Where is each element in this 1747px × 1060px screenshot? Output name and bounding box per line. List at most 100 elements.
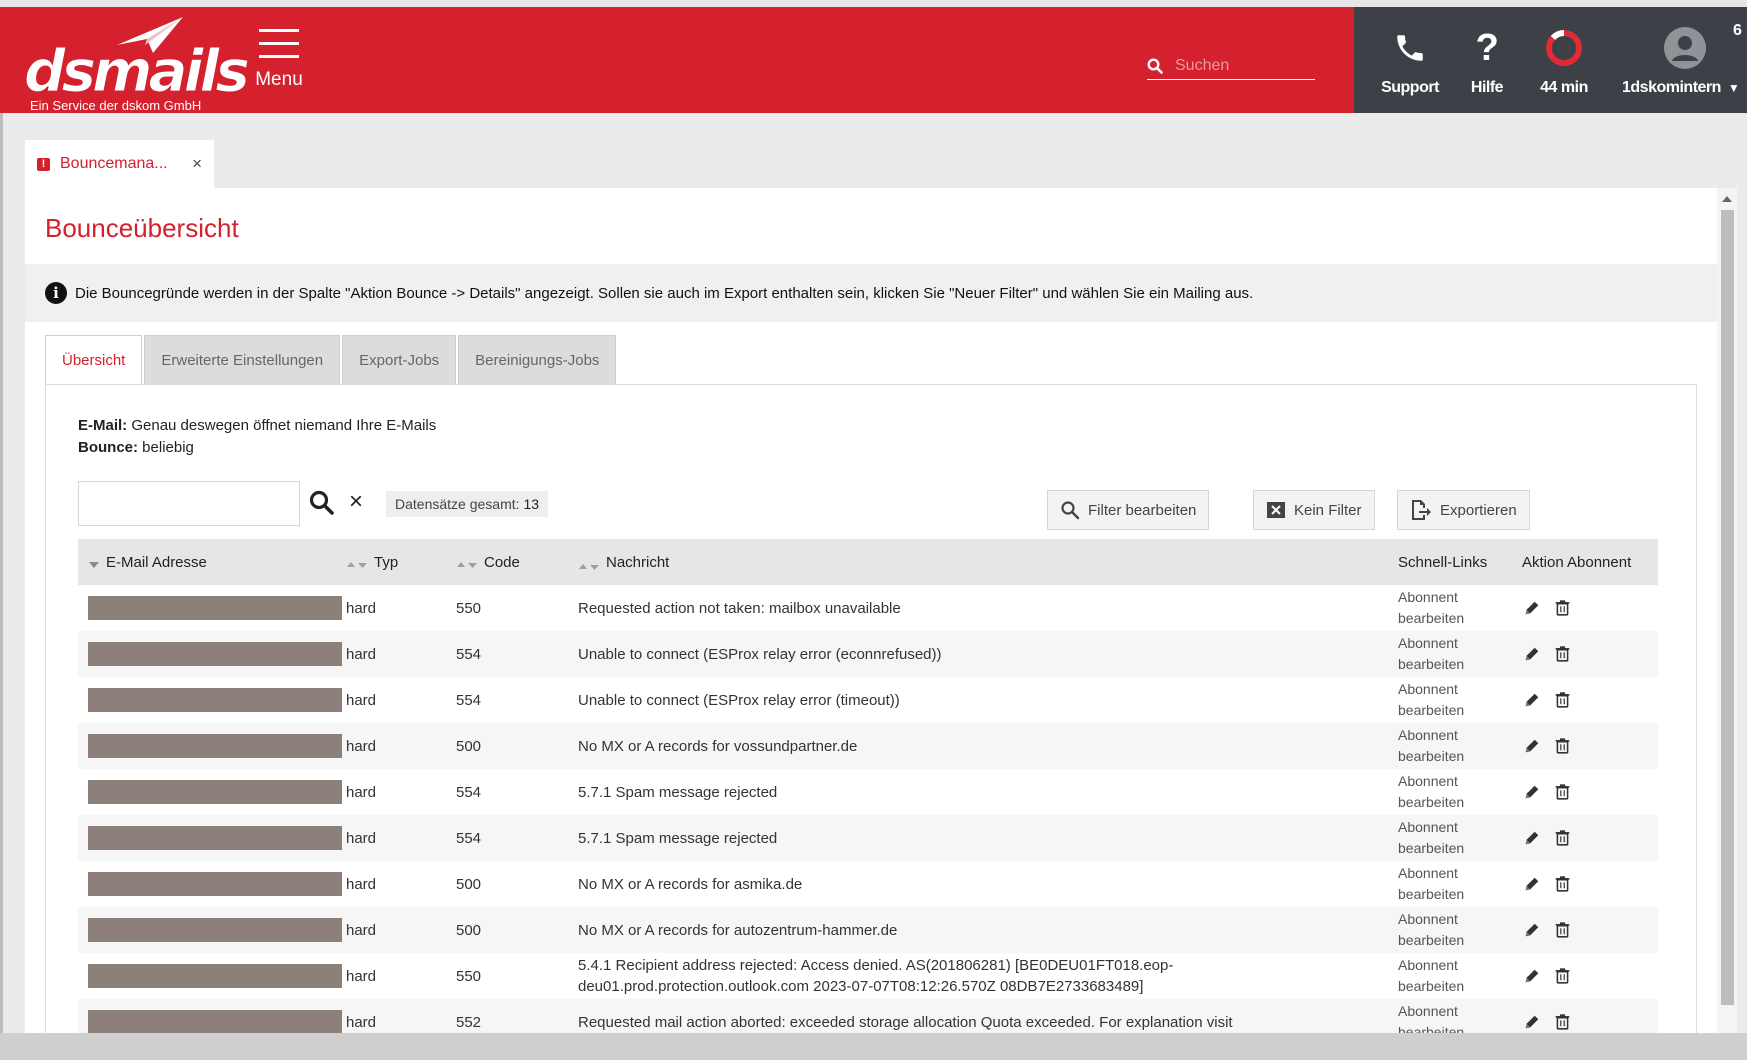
link-line-2: bearbeiten xyxy=(1398,656,1465,672)
link-line-2: bearbeiten xyxy=(1398,794,1465,810)
delete-trash-icon[interactable] xyxy=(1552,644,1572,664)
edit-pencil-icon[interactable] xyxy=(1522,690,1542,710)
open-tab-bouncemanagement[interactable]: ! Bouncemana... × xyxy=(25,140,214,188)
email-cell xyxy=(78,780,346,804)
edit-subscriber-link[interactable]: Abonnent bearbeiten xyxy=(1398,863,1522,905)
dsmails-logo[interactable]: dsmails Ein Service der dskom GmbH xyxy=(20,15,250,113)
table-row: hard 554 Unable to connect (ESProx relay e… xyxy=(78,677,1658,723)
edit-pencil-icon[interactable] xyxy=(1522,1012,1542,1032)
edit-subscriber-link[interactable]: Abonnent bearbeiten xyxy=(1398,909,1522,951)
user-avatar-icon xyxy=(1663,27,1706,69)
close-tab-icon[interactable]: × xyxy=(192,154,202,174)
edit-filter-button[interactable]: Filter bearbeiten xyxy=(1047,490,1210,530)
header-email[interactable]: E-Mail Adresse xyxy=(78,554,346,571)
link-line-2: bearbeiten xyxy=(1398,1024,1465,1033)
edit-pencil-icon[interactable] xyxy=(1522,736,1542,756)
delete-trash-icon[interactable] xyxy=(1552,874,1572,894)
tab-cleanup-jobs[interactable]: Bereinigungs-Jobs xyxy=(458,335,617,385)
delete-trash-icon[interactable] xyxy=(1552,1012,1572,1032)
info-icon: i xyxy=(45,282,67,304)
table-header-row: E-Mail Adresse Typ Code Nachricht Schnel… xyxy=(78,539,1658,585)
edit-subscriber-link[interactable]: Abonnent bearbeiten xyxy=(1398,725,1522,767)
timer-ring-icon xyxy=(1546,30,1582,66)
redacted-email xyxy=(88,826,342,850)
table-row: hard 554 Unable to connect (ESProx relay e… xyxy=(78,631,1658,677)
redacted-email xyxy=(88,918,342,942)
email-cell xyxy=(78,1010,346,1033)
bounce-table: E-Mail Adresse Typ Code Nachricht Schnel… xyxy=(78,539,1658,1033)
link-line-2: bearbeiten xyxy=(1398,932,1465,948)
redacted-email xyxy=(88,642,342,666)
table-row: hard 500 No MX or A records for autozentru… xyxy=(78,907,1658,953)
filter-bounce-label: Bounce: xyxy=(78,439,138,456)
edit-subscriber-link[interactable]: Abonnent bearbeiten xyxy=(1398,817,1522,859)
edit-pencil-icon[interactable] xyxy=(1522,828,1542,848)
scroll-up-arrow-icon[interactable] xyxy=(1722,196,1732,202)
open-tab-label: Bouncemana... xyxy=(60,155,168,172)
edit-subscriber-link[interactable]: Abonnent bearbeiten xyxy=(1398,771,1522,813)
subscriber-actions xyxy=(1522,598,1658,618)
table-row: hard 550 5.4.1 Recipient address rejected:… xyxy=(78,953,1658,999)
edit-pencil-icon[interactable] xyxy=(1522,966,1542,986)
edit-pencil-icon[interactable] xyxy=(1522,644,1542,664)
export-button[interactable]: Exportieren xyxy=(1397,490,1530,530)
redacted-email xyxy=(88,780,342,804)
search-icon xyxy=(1061,501,1080,520)
email-cell xyxy=(78,872,346,896)
edit-pencil-icon[interactable] xyxy=(1522,874,1542,894)
window-top-edge xyxy=(0,0,1747,7)
email-cell xyxy=(78,688,346,712)
support-button[interactable]: Support xyxy=(1374,27,1446,97)
header-action: Aktion Abonnent xyxy=(1522,553,1632,571)
delete-trash-icon[interactable] xyxy=(1552,966,1572,986)
delete-trash-icon[interactable] xyxy=(1552,828,1572,848)
clear-search-icon[interactable]: × xyxy=(349,487,363,517)
phone-icon xyxy=(1397,35,1423,61)
records-label: Datensätze gesamt: xyxy=(395,496,520,512)
delete-trash-icon[interactable] xyxy=(1552,598,1572,618)
edit-subscriber-link[interactable]: Abonnent bearbeiten xyxy=(1398,1001,1522,1033)
edit-pencil-icon[interactable] xyxy=(1522,598,1542,618)
message-cell: 5.7.1 Spam message rejected xyxy=(578,829,778,847)
session-timer[interactable]: 44 min xyxy=(1532,27,1596,97)
caret-down-icon: ▼ xyxy=(1727,81,1740,95)
tab-export-jobs[interactable]: Export-Jobs xyxy=(342,335,457,385)
type-cell: hard xyxy=(346,1013,377,1031)
message-cell: No MX or A records for asmika.de xyxy=(578,875,803,893)
message-cell: 5.4.1 Recipient address rejected: Access… xyxy=(578,957,1174,995)
edit-pencil-icon[interactable] xyxy=(1522,920,1542,940)
global-search[interactable] xyxy=(1147,52,1315,80)
scrollbar-thumb[interactable] xyxy=(1721,210,1734,1005)
table-search-input[interactable] xyxy=(78,481,300,526)
edit-subscriber-link[interactable]: Abonnent bearbeiten xyxy=(1398,587,1522,629)
help-button[interactable]: ? Hilfe xyxy=(1462,27,1512,97)
edit-subscriber-link[interactable]: Abonnent bearbeiten xyxy=(1398,633,1522,675)
header-code[interactable]: Code xyxy=(456,554,578,571)
header-type[interactable]: Typ xyxy=(346,554,456,571)
search-icon[interactable] xyxy=(308,489,336,517)
edit-subscriber-link[interactable]: Abonnent bearbeiten xyxy=(1398,955,1522,997)
menu-button[interactable]: Menu xyxy=(253,29,305,101)
edit-filter-label: Filter bearbeiten xyxy=(1088,501,1197,519)
delete-trash-icon[interactable] xyxy=(1552,782,1572,802)
view-tabs: Übersicht Erweiterte Einstellungen Expor… xyxy=(45,335,618,385)
subscriber-actions xyxy=(1522,874,1658,894)
support-label: Support xyxy=(1381,79,1439,96)
link-line-1: Abonnent xyxy=(1398,957,1458,973)
sort-icon xyxy=(578,557,600,570)
table-row: hard 552 Requested mail action aborted: ex… xyxy=(78,999,1658,1033)
tab-overview[interactable]: Übersicht xyxy=(45,335,143,385)
message-cell: No MX or A records for autozentrum-hamme… xyxy=(578,921,898,939)
user-menu[interactable]: 1dskomintern ▼ xyxy=(1622,27,1747,97)
no-filter-label: Kein Filter xyxy=(1294,501,1362,519)
header-message[interactable]: Nachricht xyxy=(578,552,1398,573)
tab-advanced-settings[interactable]: Erweiterte Einstellungen xyxy=(144,335,341,385)
global-search-input[interactable] xyxy=(1175,56,1305,75)
type-cell: hard xyxy=(346,599,377,617)
edit-subscriber-link[interactable]: Abonnent bearbeiten xyxy=(1398,679,1522,721)
delete-trash-icon[interactable] xyxy=(1552,736,1572,756)
delete-trash-icon[interactable] xyxy=(1552,920,1572,940)
edit-pencil-icon[interactable] xyxy=(1522,782,1542,802)
no-filter-button[interactable]: Kein Filter xyxy=(1253,490,1375,530)
delete-trash-icon[interactable] xyxy=(1552,690,1572,710)
